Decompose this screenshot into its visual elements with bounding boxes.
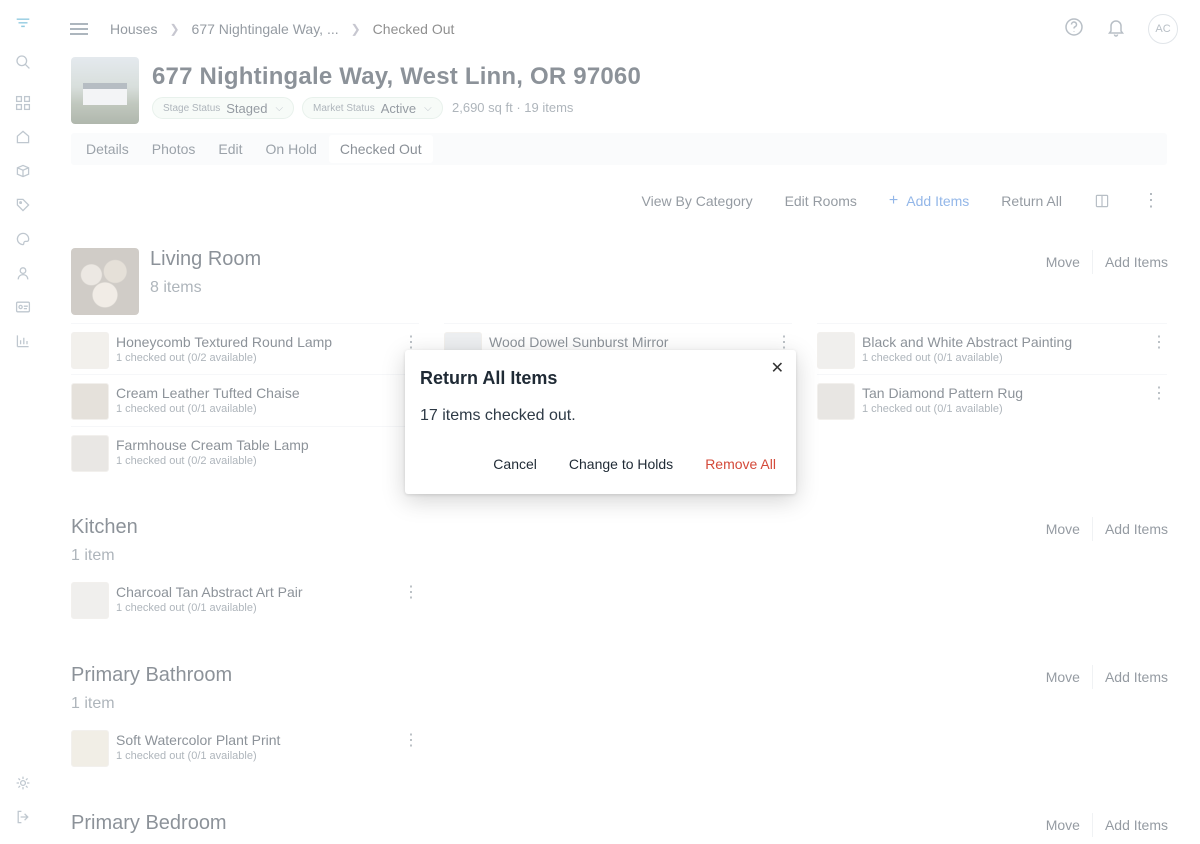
return-all-dialog: Return All Items ✕ 17 items checked out.… [405,350,796,494]
dialog-actions: Cancel Change to Holds Remove All [485,450,784,478]
cancel-button[interactable]: Cancel [485,450,545,478]
change-to-holds-button[interactable]: Change to Holds [561,450,681,478]
dialog-message: 17 items checked out. [420,407,576,424]
close-icon[interactable]: ✕ [771,358,784,378]
dialog-title: Return All Items [420,368,558,388]
remove-all-button[interactable]: Remove All [697,450,784,478]
